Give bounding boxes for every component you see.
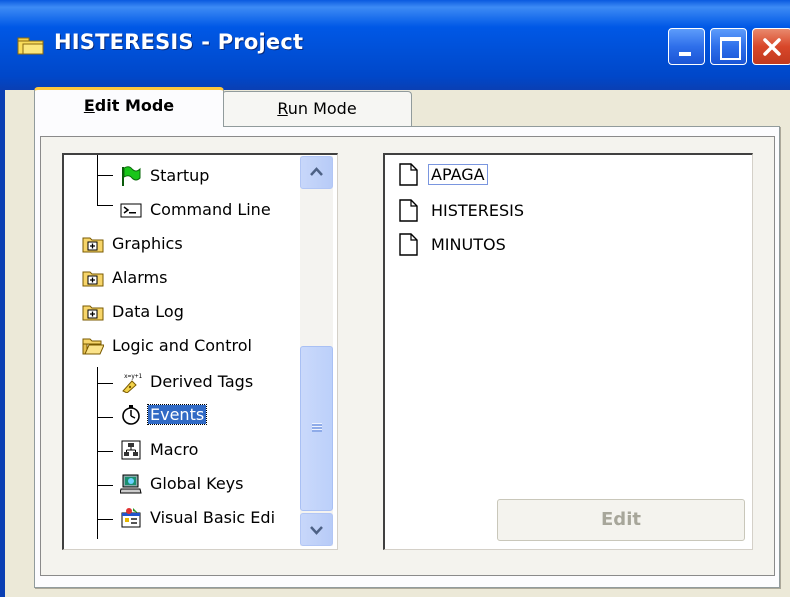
visual-basic-icon xyxy=(121,508,141,528)
tab-run-mode-label: un Mode xyxy=(287,99,357,118)
window-frame-left xyxy=(0,90,5,597)
folder-open-icon xyxy=(82,338,104,355)
maximize-button[interactable] xyxy=(710,28,747,65)
tab-run-mode[interactable]: Run Mode xyxy=(222,91,412,127)
tree-item-label: Data Log xyxy=(112,302,184,321)
macro-icon xyxy=(121,440,141,460)
scroll-down-button[interactable] xyxy=(300,513,333,546)
tree-line xyxy=(97,485,113,486)
window-title: HISTERESIS - Project xyxy=(54,30,304,54)
tree-item-label: Graphics xyxy=(112,234,183,253)
tree-item-label: Startup xyxy=(150,166,210,185)
command-line-icon xyxy=(120,203,142,218)
stopwatch-icon xyxy=(122,405,140,425)
edit-button[interactable]: Edit xyxy=(497,499,745,541)
tree-scrollbar[interactable] xyxy=(300,156,333,546)
tree-item-label: Alarms xyxy=(112,268,168,287)
tree-item-label: Visual Basic Edi xyxy=(150,508,276,527)
close-icon xyxy=(763,38,781,56)
tree-line xyxy=(97,175,113,176)
tab-run-mode-accel: R xyxy=(277,99,288,118)
tree-item-label: Macro xyxy=(150,440,199,459)
tree-item-label: Global Keys xyxy=(150,474,244,493)
document-icon xyxy=(399,199,418,222)
svg-text:x=y+1: x=y+1 xyxy=(124,373,142,380)
project-folder-icon xyxy=(17,37,44,55)
scroll-up-button[interactable] xyxy=(300,156,333,189)
events-list[interactable]: APAGA HISTERESIS MINUTOS Edit xyxy=(383,153,753,550)
title-bar[interactable]: HISTERESIS - Project xyxy=(0,0,790,90)
green-flag-icon xyxy=(122,166,141,186)
close-button[interactable] xyxy=(752,28,790,65)
tree-line xyxy=(97,451,113,452)
folder-plus-icon xyxy=(82,305,104,321)
tree-item-label: Derived Tags xyxy=(150,372,254,391)
list-item-label: APAGA xyxy=(428,164,488,185)
tree-item-label: Command Line xyxy=(150,200,271,219)
tab-edit-mode-label: dit Mode xyxy=(94,96,175,115)
tree-line xyxy=(97,367,98,539)
tree-item-label: Events xyxy=(146,404,208,425)
document-icon xyxy=(399,163,418,186)
derived-tags-icon: x=y+1 xyxy=(122,373,142,393)
tree-line xyxy=(97,205,113,206)
tree-line xyxy=(97,155,98,205)
tree-line xyxy=(97,417,113,418)
minimize-button[interactable] xyxy=(668,28,705,65)
list-item-label: MINUTOS xyxy=(431,235,506,254)
global-keys-icon xyxy=(120,474,142,494)
folder-plus-icon xyxy=(82,237,104,253)
list-item-label: HISTERESIS xyxy=(431,201,525,220)
tree-item-label: Logic and Control xyxy=(112,336,252,355)
tree-line xyxy=(97,383,113,384)
folder-plus-icon xyxy=(82,271,104,287)
tree-line xyxy=(97,519,113,520)
tab-edit-mode[interactable]: Edit Mode xyxy=(34,87,224,127)
project-tree[interactable]: Startup Command Line Graphics Alarms Dat… xyxy=(62,153,338,550)
scroll-thumb[interactable] xyxy=(300,346,333,511)
chevron-down-icon xyxy=(310,526,323,535)
tab-edit-mode-accel: E xyxy=(83,96,95,115)
chevron-up-icon xyxy=(310,167,323,176)
scroll-grip xyxy=(312,423,322,432)
document-icon xyxy=(399,233,418,256)
